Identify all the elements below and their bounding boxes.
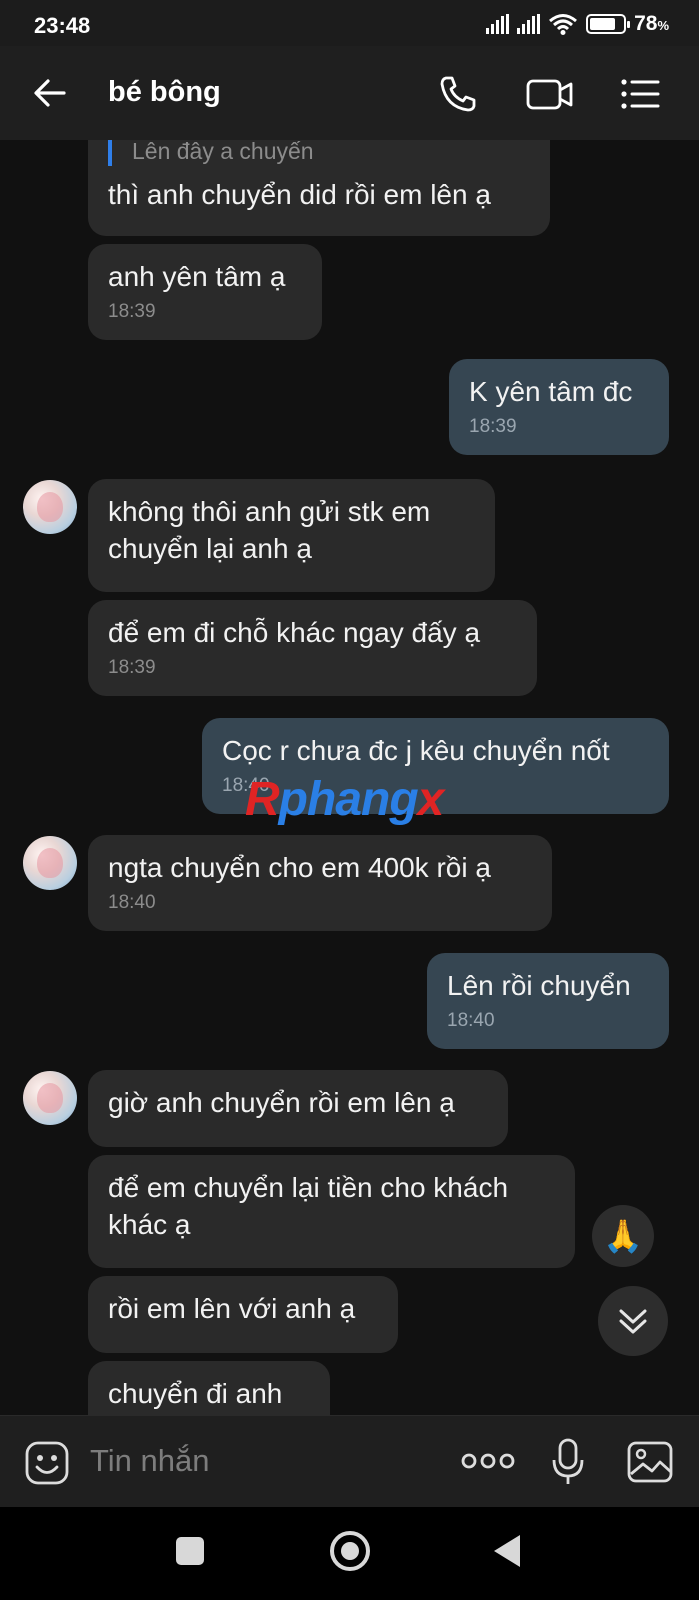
message-bubble-incoming[interactable]: Lên đây a chuyến thì anh chuyển did rồi … <box>88 140 550 236</box>
recent-apps-icon[interactable] <box>176 1537 204 1565</box>
message-time: 18:39 <box>108 657 156 678</box>
message-text: anh yên tâm ạ <box>108 261 286 292</box>
message-bubble-incoming[interactable]: giờ anh chuyển rồi em lên ạ <box>88 1070 508 1147</box>
signal-2-icon <box>517 14 541 34</box>
message-input[interactable] <box>90 1436 430 1486</box>
arrow-left-icon[interactable] <box>30 73 70 113</box>
message-text: ngta chuyển cho em 400k rồi ạ <box>108 852 491 883</box>
contact-name[interactable]: bé bông <box>108 76 221 109</box>
contact-avatar[interactable] <box>23 836 77 890</box>
contact-avatar[interactable] <box>23 1071 77 1125</box>
status-time: 23:48 <box>34 13 91 38</box>
message-text-line: khác ạ <box>108 1209 191 1240</box>
message-bubble-incoming[interactable]: ngta chuyển cho em 400k rồi ạ 18:40 <box>88 835 552 931</box>
watermark: Rphangx <box>245 773 444 826</box>
message-bubble-incoming[interactable]: rồi em lên với anh ạ <box>88 1276 398 1353</box>
message-list[interactable]: Lên đây a chuyến thì anh chuyển did rồi … <box>0 140 699 1415</box>
message-time: 18:40 <box>447 1010 495 1031</box>
status-icons: 78% <box>486 12 669 36</box>
three-dots-icon[interactable] <box>460 1446 516 1476</box>
message-bubble-incoming[interactable]: để em chuyển lại tiền cho khách khác ạ <box>88 1155 575 1268</box>
message-bubble-outgoing[interactable]: Lên rồi chuyển 18:40 <box>427 953 669 1049</box>
phone-icon[interactable] <box>436 72 480 116</box>
message-bubble-incoming[interactable]: anh yên tâm ạ 18:39 <box>88 244 322 340</box>
battery-icon <box>586 14 631 34</box>
message-bubble-incoming[interactable]: không thôi anh gửi stk em chuyển lại anh… <box>88 479 495 592</box>
message-bubble-outgoing[interactable]: K yên tâm đc 18:39 <box>449 359 669 455</box>
message-text: giờ anh chuyển rồi em lên ạ <box>108 1087 455 1118</box>
message-time: 18:39 <box>469 416 517 437</box>
message-text-line: để em chuyển lại tiền cho khách <box>108 1172 509 1203</box>
chat-header: bé bông <box>0 46 699 140</box>
wifi-icon <box>549 14 578 35</box>
battery-percent: 78% <box>634 12 669 35</box>
message-text: rồi em lên với anh ạ <box>108 1293 356 1324</box>
message-text: thì anh chuyển did rồi em lên ạ <box>108 179 491 210</box>
smiley-icon[interactable] <box>24 1440 70 1486</box>
message-bubble-incoming[interactable]: để em đi chỗ khác ngay đấy ạ 18:39 <box>88 600 537 696</box>
scroll-to-bottom-button[interactable] <box>598 1286 668 1356</box>
video-camera-icon[interactable] <box>525 72 575 116</box>
signal-1-icon <box>486 14 510 34</box>
home-icon[interactable] <box>330 1531 370 1571</box>
system-nav-bar <box>0 1507 699 1600</box>
message-time: 18:40 <box>108 892 156 913</box>
praying-hands-icon: 🙏 <box>603 1218 643 1254</box>
quoted-message[interactable]: Lên đây a chuyến <box>108 140 530 166</box>
reaction-button[interactable]: 🙏 <box>592 1205 654 1267</box>
message-composer <box>0 1415 699 1507</box>
message-text-line: không thôi anh gửi stk em <box>108 496 431 527</box>
message-text: để em đi chỗ khác ngay đấy ạ <box>108 617 481 648</box>
microphone-icon[interactable] <box>550 1438 586 1486</box>
message-text: Cọc r chưa đc j kêu chuyển nốt <box>222 735 610 766</box>
image-icon[interactable] <box>626 1440 674 1484</box>
status-bar: 23:48 78% <box>0 0 699 46</box>
message-text: K yên tâm đc <box>469 376 633 407</box>
contact-avatar[interactable] <box>23 480 77 534</box>
message-text-line: chuyển lại anh ạ <box>108 533 312 564</box>
back-triangle-icon[interactable] <box>494 1535 520 1567</box>
list-icon[interactable] <box>618 72 662 116</box>
message-text: Lên rồi chuyển <box>447 970 631 1001</box>
message-bubble-incoming[interactable]: chuyển đi anh <box>88 1361 330 1415</box>
message-time: 18:39 <box>108 301 156 322</box>
message-text: chuyển đi anh <box>108 1378 283 1409</box>
chevrons-down-icon <box>619 1309 647 1334</box>
